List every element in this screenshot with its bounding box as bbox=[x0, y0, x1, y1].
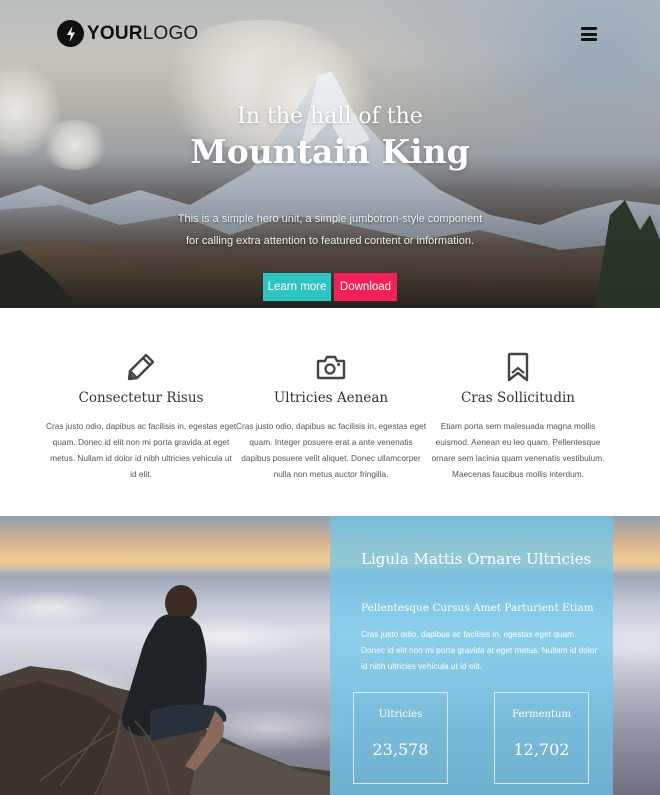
showcase-section: Ligula Mattis Ornare Ultricies Pellentes… bbox=[0, 516, 660, 795]
hamburger-line bbox=[581, 32, 597, 36]
showcase-subtitle: Pellentesque Cursus Amet Parturient Etia… bbox=[361, 602, 594, 614]
hero-description: This is a simple hero unit, a simple jum… bbox=[177, 213, 483, 247]
stat-box: Ultricies 23,578 bbox=[353, 692, 448, 784]
pencil-icon bbox=[46, 352, 236, 382]
learn-more-button[interactable]: Learn more bbox=[263, 273, 331, 301]
feature-text: Cras justo odio, dapibus ac facilisis in… bbox=[46, 421, 237, 479]
hamburger-line bbox=[581, 27, 597, 30]
bookmark-icon bbox=[423, 352, 613, 382]
stat-label: Fermentum bbox=[512, 709, 571, 720]
stat-value: 23,578 bbox=[372, 740, 429, 759]
logo-text-bold: YOUR bbox=[87, 23, 143, 44]
camera-icon bbox=[236, 352, 426, 382]
feature-title: Ultricies Aenean bbox=[273, 390, 389, 406]
download-button[interactable]: Download bbox=[334, 273, 397, 301]
stat-value: 12,702 bbox=[513, 740, 570, 759]
logo-text: YOURLOGO bbox=[87, 20, 198, 47]
showcase-overlay-panel: Ligula Mattis Ornare Ultricies Pellentes… bbox=[330, 516, 613, 795]
showcase-man-image bbox=[0, 585, 330, 795]
stat-box: Fermentum 12,702 bbox=[494, 692, 589, 784]
features-section: Consectetur Risus Cras justo odio, dapib… bbox=[0, 308, 660, 516]
stat-label: Ultricies bbox=[378, 709, 423, 720]
hero-title: Mountain King bbox=[190, 132, 470, 171]
feature-card: Cras Sollicitudin Etiam porta sem malesu… bbox=[423, 352, 613, 482]
logo-text-light: LOGO bbox=[142, 23, 199, 44]
hamburger-line bbox=[581, 38, 597, 41]
feature-title: Consectetur Risus bbox=[78, 390, 204, 406]
logo[interactable]: YOURLOGO bbox=[57, 20, 198, 47]
feature-card: Ultricies Aenean Cras justo odio, dapibu… bbox=[236, 352, 426, 482]
showcase-text: Cras justo odio, dapibus ac facilisis in… bbox=[361, 629, 598, 671]
feature-card: Consectetur Risus Cras justo odio, dapib… bbox=[46, 352, 236, 482]
hero-section: YOURLOGO In the hall of the Mountain Kin… bbox=[0, 0, 660, 308]
feature-title: Cras Sollicitudin bbox=[460, 390, 576, 406]
lightning-bolt-icon bbox=[57, 20, 84, 47]
showcase-title: Ligula Mattis Ornare Ultricies bbox=[361, 550, 592, 568]
feature-text: Etiam porta sem malesuada magna mollis e… bbox=[431, 421, 605, 479]
hero-subtitle: In the hall of the bbox=[237, 104, 423, 129]
hamburger-menu-icon[interactable] bbox=[581, 27, 597, 41]
feature-text: Cras justo odio, dapibus ac facilisis in… bbox=[236, 421, 427, 479]
